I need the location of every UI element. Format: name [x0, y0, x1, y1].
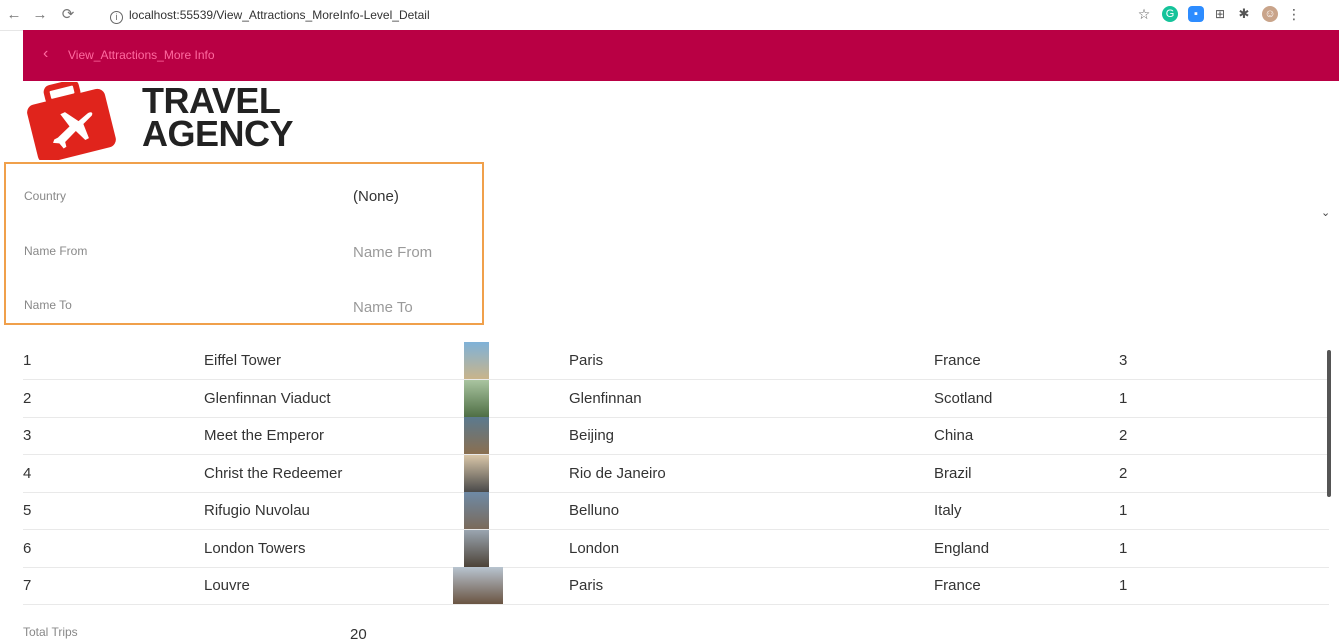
- back-arrow-icon[interactable]: ←: [4, 5, 24, 25]
- attraction-photo: [453, 567, 503, 604]
- attraction-name-cell: Eiffel Tower: [204, 352, 281, 369]
- address-bar[interactable]: i localhost:55539/View_Attractions_MoreIn…: [110, 4, 430, 26]
- browser-menu-icon[interactable]: ⋮: [1286, 6, 1302, 22]
- city-cell: Paris: [569, 577, 604, 594]
- attraction-id-cell: 6: [23, 539, 32, 557]
- country-cell: France: [934, 577, 981, 594]
- country-cell: Brazil: [934, 464, 972, 482]
- attraction-name-cell: Christ the Redeemer: [204, 464, 343, 482]
- back-chevron-icon[interactable]: ‹: [43, 45, 48, 63]
- extension-grid-icon[interactable]: ⊞: [1212, 6, 1228, 22]
- city-cell: London: [569, 539, 620, 557]
- attraction-name-cell: Rifugio Nuvolau: [204, 502, 310, 519]
- trips-count-cell: 1: [1119, 389, 1128, 407]
- table-row[interactable]: 1 Eiffel Tower Paris France 3: [23, 342, 1329, 380]
- country-cell: Italy: [934, 502, 962, 519]
- attraction-id-cell: 1: [23, 352, 32, 369]
- name-from-input[interactable]: Name From: [353, 244, 432, 261]
- country-dropdown-chevron-icon[interactable]: ⌄: [1321, 206, 1330, 219]
- suitcase-plane-logo-icon: [27, 82, 116, 160]
- attraction-photo: [464, 454, 489, 492]
- trips-count-cell: 1: [1119, 539, 1128, 557]
- reload-icon[interactable]: ⟳: [58, 5, 78, 25]
- table-row[interactable]: 3 Meet the Emperor Beijing China 2: [23, 417, 1329, 455]
- city-cell: Paris: [569, 352, 604, 369]
- site-info-icon[interactable]: i: [110, 11, 123, 24]
- attraction-name-cell: Meet the Emperor: [204, 427, 325, 444]
- attraction-name-cell: London Towers: [204, 539, 306, 557]
- attraction-name-cell: Louvre: [204, 577, 250, 594]
- bookmark-star-icon[interactable]: ☆: [1136, 6, 1152, 22]
- attraction-id-cell: 5: [23, 502, 32, 519]
- attraction-id-cell: 7: [23, 577, 32, 594]
- city-cell: Rio de Janeiro: [569, 464, 666, 482]
- address-bar-text: localhost:55539/View_Attractions_MoreInf…: [129, 8, 430, 22]
- attraction-photo: [464, 342, 489, 379]
- attractions-grid: 1 Eiffel Tower Paris France 3 2 Glenfinnan Via…: [23, 342, 1329, 612]
- attraction-id-cell: 2: [23, 389, 32, 407]
- attraction-photo: [464, 379, 489, 417]
- country-cell: Scotland: [934, 389, 993, 407]
- country-cell: France: [934, 352, 981, 369]
- forward-arrow-icon[interactable]: →: [30, 5, 50, 25]
- trips-count-cell: 2: [1119, 464, 1128, 482]
- city-cell: Belluno: [569, 502, 620, 519]
- total-trips-label: Total Trips: [23, 625, 78, 639]
- attraction-photo: [464, 492, 489, 529]
- trips-count-cell: 1: [1119, 502, 1128, 519]
- grammarly-extension-icon[interactable]: G: [1162, 6, 1178, 22]
- trips-count-cell: 3: [1119, 352, 1128, 369]
- extensions-puzzle-icon[interactable]: ✱: [1236, 6, 1252, 22]
- table-row[interactable]: 2 Glenfinnan Viaduct Glenfinnan Scotland 1: [23, 379, 1329, 418]
- grid-scrollbar[interactable]: [1327, 350, 1331, 497]
- city-cell: Beijing: [569, 427, 615, 444]
- name-to-label: Name To: [24, 298, 72, 312]
- attraction-photo: [464, 417, 489, 454]
- logo-line-2: AGENCY: [142, 113, 294, 154]
- table-row[interactable]: 7 Louvre Paris France 1: [23, 567, 1329, 605]
- attraction-id-cell: 3: [23, 427, 32, 444]
- attraction-id-cell: 4: [23, 464, 32, 482]
- browser-toolbar: ← → ⟳ i localhost:55539/View_Attractions_…: [0, 0, 1339, 31]
- profile-avatar[interactable]: ☺: [1262, 6, 1278, 22]
- logo-wordmark: TRAVEL AGENCY: [142, 83, 294, 154]
- table-row[interactable]: 5 Rifugio Nuvolau Belluno Italy 1: [23, 492, 1329, 530]
- trips-count-cell: 2: [1119, 427, 1128, 444]
- country-label: Country: [24, 189, 67, 203]
- table-row[interactable]: 6 London Towers London England 1: [23, 529, 1329, 568]
- city-cell: Glenfinnan: [569, 389, 642, 407]
- name-to-input[interactable]: Name To: [353, 299, 413, 316]
- trips-count-cell: 1: [1119, 577, 1128, 594]
- country-select[interactable]: (None): [353, 188, 399, 205]
- app-header: ‹ View_Attractions_More Info: [23, 30, 1339, 81]
- table-row[interactable]: 4 Christ the Redeemer Rio de Janeiro Brazil…: [23, 454, 1329, 493]
- zoom-extension-icon[interactable]: ▪: [1188, 6, 1204, 22]
- page-title: View_Attractions_More Info: [68, 48, 215, 62]
- attraction-photo: [464, 529, 489, 567]
- country-cell: China: [934, 427, 974, 444]
- country-cell: England: [934, 539, 990, 557]
- attraction-name-cell: Glenfinnan Viaduct: [204, 389, 331, 407]
- name-from-label: Name From: [24, 244, 88, 258]
- filter-panel: Country (None) Name From Name From Name …: [4, 162, 484, 325]
- total-trips-value: 20: [350, 626, 367, 643]
